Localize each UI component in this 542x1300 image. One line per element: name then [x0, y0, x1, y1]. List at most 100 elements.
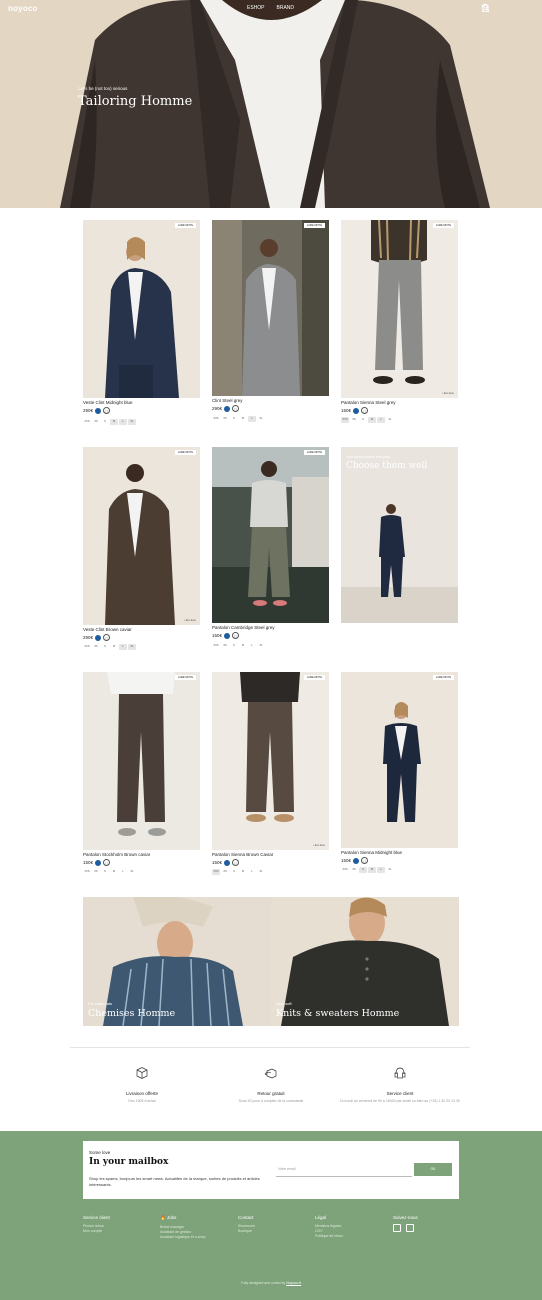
- cart-icon[interactable]: ▢: [232, 632, 240, 639]
- size-option[interactable]: XL: [257, 643, 265, 649]
- size-option[interactable]: M: [368, 867, 376, 873]
- size-option[interactable]: XL: [386, 867, 394, 873]
- size-option[interactable]: XS: [92, 644, 100, 650]
- size-option[interactable]: XL: [257, 416, 265, 422]
- instagram-icon[interactable]: [393, 1224, 401, 1232]
- cart-icon[interactable]: ▢: [103, 407, 111, 414]
- product-image[interactable]: LAME MIXTE • Eco-tissu: [341, 220, 458, 398]
- size-option[interactable]: XL: [128, 644, 136, 650]
- cart-icon[interactable]: ▢: [103, 859, 111, 866]
- product-name[interactable]: Pantalon Sienna Brown Caviar: [212, 852, 273, 857]
- size-option[interactable]: XL: [128, 869, 136, 875]
- nav-brand[interactable]: BRAND: [277, 5, 295, 11]
- size-option[interactable]: XL: [128, 419, 136, 425]
- color-swatch[interactable]: [224, 405, 231, 412]
- color-swatch[interactable]: [224, 632, 231, 639]
- product-card[interactable]: LAME MIXTE Clint Steel grey 290€ ▢ XXS XS S…: [212, 220, 329, 430]
- product-image[interactable]: LAME MIXTE: [212, 447, 329, 623]
- user-icon[interactable]: [481, 3, 505, 12]
- promo-card[interactable]: Your smart clothes everyday Choose them …: [341, 447, 458, 623]
- size-option[interactable]: M: [239, 416, 247, 422]
- size-option[interactable]: M: [239, 643, 247, 649]
- size-option[interactable]: S: [359, 867, 367, 873]
- product-name[interactable]: Pantalon Stockholm Brown caviar: [83, 852, 150, 857]
- cart-icon[interactable]: ▢: [232, 859, 240, 866]
- size-option[interactable]: S: [230, 416, 238, 422]
- product-name[interactable]: Pantalon Sienna Midnight blue: [341, 850, 402, 855]
- bag-icon[interactable]: [482, 3, 520, 12]
- size-option[interactable]: L: [248, 416, 256, 422]
- product-image[interactable]: LAME MIXTE: [83, 672, 200, 850]
- footer-link[interactable]: Assistant logistique et e-shop: [160, 1235, 220, 1240]
- size-option[interactable]: S: [230, 869, 238, 875]
- size-option[interactable]: XS: [221, 416, 229, 422]
- product-image[interactable]: LAME MIXTE: [341, 672, 458, 848]
- size-option[interactable]: XS: [350, 417, 358, 423]
- size-option[interactable]: L: [248, 869, 256, 875]
- size-option[interactable]: L: [377, 417, 385, 423]
- size-option[interactable]: XS: [92, 419, 100, 425]
- cart-icon[interactable]: ▢: [361, 857, 369, 864]
- product-name[interactable]: Clint Steel grey: [212, 398, 243, 403]
- size-option[interactable]: XXS: [212, 643, 220, 649]
- color-swatch[interactable]: [353, 857, 360, 864]
- size-option[interactable]: XS: [350, 867, 358, 873]
- product-image[interactable]: LAME MIXTE: [83, 220, 200, 398]
- nav-eshop[interactable]: ESHOP: [247, 5, 265, 11]
- footer-link[interactable]: Boutique: [238, 1229, 255, 1234]
- size-option[interactable]: XXS: [83, 644, 91, 650]
- color-swatch[interactable]: [95, 407, 102, 414]
- color-swatch[interactable]: [95, 859, 102, 866]
- size-option[interactable]: M: [110, 419, 118, 425]
- size-option[interactable]: XS: [221, 643, 229, 649]
- size-option[interactable]: S: [230, 643, 238, 649]
- product-card[interactable]: LAME MIXTE Pantalon Sienna Midnight blue…: [341, 672, 458, 882]
- size-option[interactable]: M: [368, 417, 376, 423]
- size-option[interactable]: L: [119, 869, 127, 875]
- cart-icon[interactable]: ▢: [232, 405, 240, 412]
- size-option[interactable]: L: [248, 643, 256, 649]
- linkedin-icon[interactable]: [406, 1224, 414, 1232]
- color-swatch[interactable]: [95, 634, 102, 641]
- color-swatch[interactable]: [353, 407, 360, 414]
- cart-icon[interactable]: ▢: [361, 407, 369, 414]
- newsletter-email-input[interactable]: Votre email: [276, 1161, 412, 1177]
- hero-banner[interactable]: noyoco ESHOP BRAND Let's be (not too) se…: [0, 0, 542, 208]
- size-option[interactable]: XXS: [83, 869, 91, 875]
- product-name[interactable]: Pantalon Sienna Steel grey: [341, 400, 396, 405]
- category-banner-knits[interactable]: Very soft Knits & sweaters Homme: [271, 897, 459, 1026]
- size-option[interactable]: M: [110, 644, 118, 650]
- size-option[interactable]: XS: [92, 869, 100, 875]
- cart-icon[interactable]: ▢: [103, 634, 111, 641]
- size-option[interactable]: S: [359, 417, 367, 423]
- copyright-link[interactable]: Noyoco.fr: [286, 1281, 301, 1285]
- size-option[interactable]: XXS: [212, 869, 220, 875]
- newsletter-submit-button[interactable]: OK: [414, 1163, 452, 1176]
- product-image[interactable]: LAME MIXTE: [212, 220, 329, 396]
- product-card[interactable]: LAME MIXTE Veste Clint Midnight blue 290…: [83, 220, 200, 430]
- product-name[interactable]: Veste Clint Brown caviar: [83, 627, 132, 632]
- product-name[interactable]: Pantalon Cambridge Steel grey: [212, 625, 275, 630]
- size-option[interactable]: XXS: [212, 416, 220, 422]
- size-option[interactable]: M: [110, 869, 118, 875]
- logo[interactable]: noyoco: [8, 4, 38, 13]
- product-card[interactable]: LAME MIXTE Pantalon Cambridge Steel grey…: [212, 447, 329, 657]
- size-option[interactable]: XXS: [341, 867, 349, 873]
- size-option[interactable]: S: [101, 644, 109, 650]
- footer-link[interactable]: Politique de retour: [315, 1234, 343, 1239]
- product-card[interactable]: LAME MIXTE • Eco-tissu Pantalon Sienna S…: [341, 220, 458, 430]
- size-option[interactable]: L: [119, 419, 127, 425]
- size-option[interactable]: XL: [257, 869, 265, 875]
- footer-link[interactable]: Mon compte: [83, 1229, 110, 1234]
- product-image[interactable]: LAME MIXTE • Eco-tissu: [212, 672, 329, 850]
- product-card[interactable]: LAME MIXTE • Eco-tissu Veste Clint Brown…: [83, 447, 200, 657]
- size-option[interactable]: XL: [386, 417, 394, 423]
- size-option[interactable]: XS: [221, 869, 229, 875]
- size-option[interactable]: XXS: [341, 417, 349, 423]
- promo-image[interactable]: Your smart clothes everyday Choose them …: [341, 447, 458, 623]
- product-card[interactable]: LAME MIXTE • Eco-tissu Pantalon Sienna B…: [212, 672, 329, 882]
- size-option[interactable]: S: [101, 419, 109, 425]
- size-option[interactable]: S: [101, 869, 109, 875]
- category-banner-shirts[interactable]: For easy cats Chemises Homme: [83, 897, 271, 1026]
- size-option[interactable]: L: [119, 644, 127, 650]
